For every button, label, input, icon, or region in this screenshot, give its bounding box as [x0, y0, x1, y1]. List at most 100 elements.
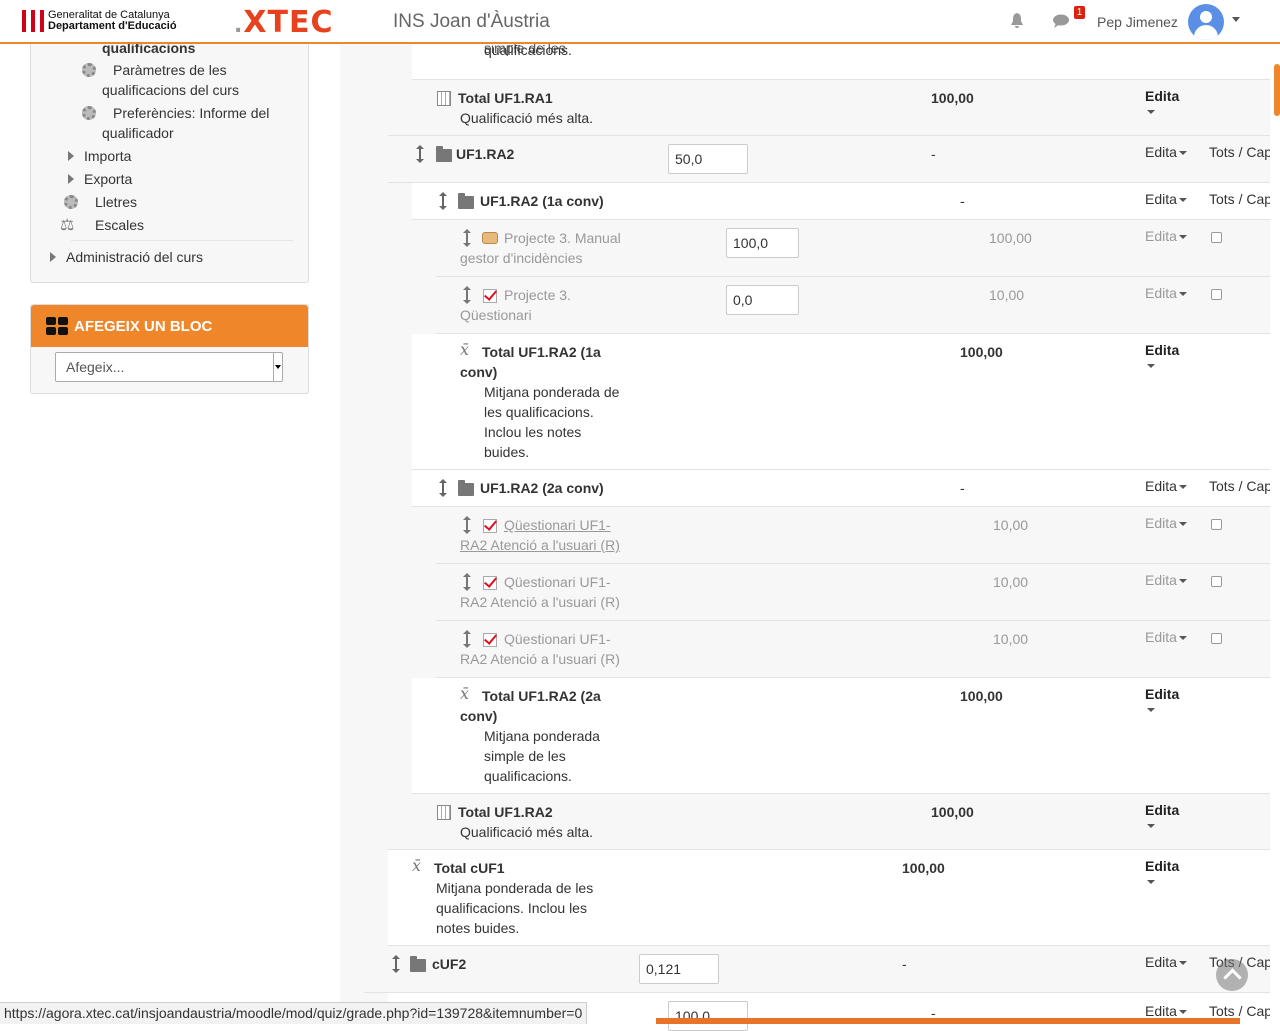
weight-input[interactable]: 100,0 [726, 228, 799, 258]
sidebar-item-exporta[interactable]: Exporta [84, 169, 132, 189]
category-total-desc: Qualificació més alta. [460, 824, 594, 840]
select-all-none[interactable]: Tots / Cap [1209, 191, 1272, 207]
sidebar-item-preferencies-l2[interactable]: qualificador [102, 123, 174, 143]
edit-menu[interactable]: Edita [1145, 954, 1187, 970]
grade-item-name-l2[interactable]: RA2 Atenció a l'usuari (R) [460, 592, 620, 612]
category-total-desc: Mitjana ponderada de [484, 384, 620, 400]
select-checkbox[interactable] [1211, 519, 1222, 530]
expand-arrow-icon[interactable] [68, 174, 74, 184]
select-checkbox[interactable] [1211, 232, 1222, 243]
messages-icon[interactable] [1053, 14, 1069, 28]
grade-item-name-l2[interactable]: gestor d'incidències [460, 248, 583, 268]
expand-arrow-icon[interactable] [50, 252, 56, 262]
sidebar-item-lletres[interactable]: Lletres [95, 192, 137, 212]
weight-input[interactable]: 0,121 [639, 954, 719, 984]
sidebar-item-importa[interactable]: Importa [84, 146, 131, 166]
table-row: Qüestionari UF1- RA2 Atenció a l'usuari … [436, 621, 1270, 678]
category-total-name: Total UF1.RA1 [458, 90, 553, 106]
folder-icon [458, 193, 474, 209]
bottom-accent-bar [656, 1018, 1240, 1024]
edit-menu[interactable]: Edita [1145, 686, 1179, 712]
calculator-icon [437, 805, 451, 820]
edit-menu[interactable]: Edita [1145, 228, 1187, 244]
expand-arrow-icon[interactable] [68, 151, 74, 161]
scrollbar-thumb[interactable] [1274, 64, 1280, 116]
move-icon[interactable] [462, 229, 472, 247]
move-icon[interactable] [462, 630, 472, 648]
edit-menu[interactable]: Edita [1145, 285, 1187, 301]
folder-icon [458, 480, 474, 496]
sidebar-item-escales[interactable]: Escales [95, 215, 144, 235]
grade-item-name[interactable]: Qüestionari UF1- [504, 572, 611, 592]
edit-menu[interactable]: Edita [1145, 342, 1179, 368]
move-icon[interactable] [391, 955, 401, 973]
select-checkbox[interactable] [1211, 576, 1222, 587]
move-icon[interactable] [462, 573, 472, 591]
blocks-grid-icon [46, 317, 68, 335]
weight-input[interactable]: 50,0 [668, 144, 748, 174]
user-menu-caret-icon[interactable] [1232, 17, 1240, 22]
grade-item-link-l2[interactable]: RA2 Atenció a l'usuari (R) [460, 535, 620, 555]
category-total-desc: Qualificació més alta. [460, 110, 594, 126]
edit-menu[interactable]: Edita [1145, 191, 1187, 207]
move-icon[interactable] [462, 516, 472, 534]
add-block-title: AFEGEIX UN BLOC [74, 318, 213, 335]
gencat-logo[interactable]: Generalitat de Catalunya Departament d'E… [22, 8, 177, 34]
table-row: Total UF1.RA1 Qualificació més alta. 100… [388, 80, 1270, 136]
move-icon[interactable] [438, 479, 448, 497]
weight-input[interactable]: 100,0 [668, 1001, 748, 1031]
grade-item-name[interactable]: Projecte 3. [504, 285, 571, 305]
user-avatar[interactable] [1188, 4, 1224, 40]
weight-input[interactable]: 0,0 [726, 285, 799, 315]
sidebar-item-preferencies-l1[interactable]: Preferències: Informe del [113, 103, 269, 123]
scroll-to-top-button[interactable] [1216, 959, 1248, 991]
edit-menu[interactable]: Edita [1145, 629, 1187, 645]
xtec-logo[interactable]: .XTEC [234, 5, 333, 40]
notifications-bell-icon[interactable] [1010, 13, 1024, 29]
select-all-none[interactable]: Tots / Cap [1209, 144, 1272, 160]
edit-menu[interactable]: Edita [1145, 144, 1187, 160]
sidebar-item-parametres-l2[interactable]: qualificacions del curs [102, 80, 239, 100]
select-checkbox[interactable] [1211, 289, 1222, 300]
edit-menu[interactable]: Edita [1145, 858, 1179, 884]
edit-menu[interactable]: Edita [1145, 572, 1187, 588]
gear-icon [64, 195, 78, 209]
move-icon[interactable] [438, 192, 448, 210]
mean-icon: x̄ [412, 856, 422, 875]
table-row: Qüestionari UF1- RA2 Atenció a l'usuari … [436, 564, 1270, 621]
edit-menu[interactable]: Edita [1145, 1003, 1187, 1019]
category-total-desc: buides. [484, 444, 530, 460]
grade-item-name-l2[interactable]: RA2 Atenció a l'usuari (R) [460, 649, 620, 669]
select-all-none[interactable]: Tots / Cap [1209, 478, 1272, 494]
administration-block: qualificacions Paràmetres de les qualifi… [30, 40, 309, 283]
category-total-desc: Mitjana ponderada [484, 728, 600, 744]
sidebar-item-administracio-curs[interactable]: Administració del curs [66, 247, 203, 267]
gear-icon [82, 106, 96, 120]
edit-menu[interactable]: Edita [1145, 802, 1179, 828]
grade-item-name[interactable]: Qüestionari UF1- [504, 629, 611, 649]
move-icon[interactable] [415, 145, 425, 163]
add-block-panel: AFEGEIX UN BLOC Afegeix... [30, 304, 309, 394]
edit-menu[interactable]: Edita [1145, 478, 1187, 494]
site-title[interactable]: INS Joan d'Àustria [393, 11, 550, 33]
divider [71, 240, 293, 241]
select-all-none[interactable]: Tots / Cap [1209, 1003, 1272, 1019]
grade-item-name[interactable]: Projecte 3. Manual [504, 228, 621, 248]
table-row: Projecte 3. Manual gestor d'incidències … [436, 220, 1270, 277]
edit-menu[interactable]: Edita [1145, 88, 1179, 114]
add-block-select[interactable]: Afegeix... [55, 352, 283, 382]
max-grade: 100,00 [960, 344, 1003, 360]
edit-menu[interactable]: Edita [1145, 515, 1187, 531]
quiz-icon [483, 633, 497, 647]
user-name[interactable]: Pep Jimenez [1097, 14, 1178, 30]
grade-item-link[interactable]: Qüestionari UF1- [504, 515, 611, 535]
grade-item-name-l2[interactable]: Qüestionari [460, 305, 532, 325]
sidebar-item-parametres-l1[interactable]: Paràmetres de les [113, 60, 227, 80]
gear-icon [82, 63, 96, 77]
scales-icon: ⚖ [60, 217, 75, 234]
select-checkbox[interactable] [1211, 633, 1222, 644]
select-arrow-icon [273, 353, 282, 381]
move-icon[interactable] [462, 286, 472, 304]
table-row: Qüestionari UF1- RA2 Atenció a l'usuari … [436, 507, 1270, 564]
page-scrollbar[interactable] [1270, 44, 1280, 1024]
